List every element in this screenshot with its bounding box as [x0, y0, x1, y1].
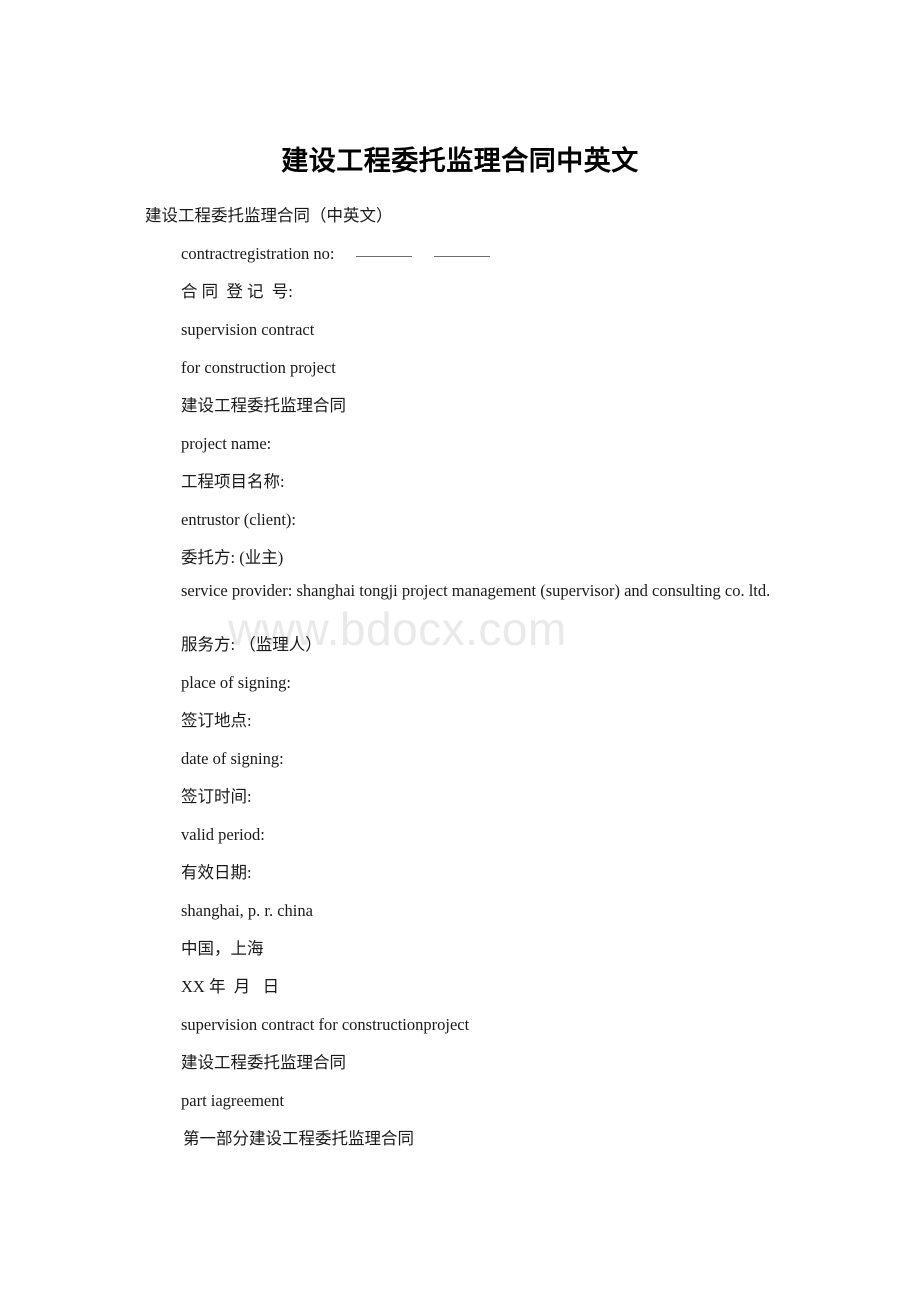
service-provider-paragraph: service provider: shanghai tongji projec… — [109, 580, 771, 629]
text-line-content: XX 年 月 日 — [181, 977, 280, 996]
text-line: 签订时间: — [109, 781, 771, 819]
text-line: 建设工程委托监理合同 — [109, 1047, 771, 1085]
registration-blank-2 — [433, 256, 490, 257]
text-line-content: supervision contract — [181, 320, 315, 339]
text-line: valid period: — [109, 819, 771, 857]
text-line-content: part iagreement — [181, 1091, 285, 1110]
text-line-content: 建设工程委托监理合同 — [181, 396, 346, 415]
text-line-content: 中国，上海 — [181, 939, 264, 958]
text-line: shanghai, p. r. china — [109, 895, 771, 933]
text-line: supervision contract for constructionpro… — [109, 1009, 771, 1047]
text-line: 委托方: (业主) — [109, 542, 771, 580]
service-provider-text: service provider: shanghai tongji projec… — [181, 581, 771, 600]
text-line-content: 委托方: (业主) — [181, 548, 284, 567]
text-line: 建设工程委托监理合同 — [109, 390, 771, 428]
text-line: 签订地点: — [109, 705, 771, 743]
text-line-content: entrustor (client): — [181, 510, 297, 529]
text-line: supervision contract — [109, 314, 771, 352]
text-line-content: for construction project — [181, 358, 336, 377]
document-body: 建设工程委托监理合同（中英文） contractregistration no:… — [109, 200, 771, 1161]
text-line: 第一部分建设工程委托监理合同 — [109, 1123, 771, 1161]
text-line-content: 建设工程委托监理合同（中英文） — [145, 206, 393, 225]
text-line-content: 第一部分建设工程委托监理合同 — [183, 1129, 414, 1148]
text-line-content: 签订时间: — [181, 787, 252, 806]
text-line-content: 有效日期: — [181, 863, 252, 882]
text-line: 中国，上海 — [109, 933, 771, 971]
text-line-content: 工程项目名称: — [181, 472, 285, 491]
text-line-content: supervision contract for constructionpro… — [181, 1015, 470, 1034]
page-title: 建设工程委托监理合同中英文 — [281, 146, 639, 176]
text-line: entrustor (client): — [109, 504, 771, 542]
text-line: part iagreement — [109, 1085, 771, 1123]
text-line-content: 服务方: （监理人） — [181, 635, 322, 654]
registration-label: contractregistration no: — [181, 244, 335, 263]
text-line-content: 建设工程委托监理合同 — [181, 1053, 346, 1072]
text-line-content: 合 同 登 记 号: — [181, 282, 293, 301]
text-line: project name: — [109, 428, 771, 466]
text-line: date of signing: — [109, 743, 771, 781]
text-line-content: valid period: — [181, 825, 265, 844]
text-line: 服务方: （监理人） — [109, 629, 771, 667]
registration-blank-1 — [355, 256, 412, 257]
registration-line: contractregistration no: — [109, 238, 771, 276]
text-line-content: 签订地点: — [181, 711, 252, 730]
text-line: 有效日期: — [109, 857, 771, 895]
text-line-content: project name: — [181, 434, 272, 453]
text-line-content: place of signing: — [181, 673, 291, 692]
text-line: place of signing: — [109, 667, 771, 705]
text-line: 工程项目名称: — [109, 466, 771, 504]
text-line: 建设工程委托监理合同（中英文） — [109, 200, 771, 238]
text-line-content: date of signing: — [181, 749, 284, 768]
text-line-content: shanghai, p. r. china — [181, 901, 313, 920]
text-line: for construction project — [109, 352, 771, 390]
text-line: XX 年 月 日 — [109, 971, 771, 1009]
text-line: 合 同 登 记 号: — [109, 276, 771, 314]
document-page: www.bdocx.com 建设工程委托监理合同中英文 建设工程委托监理合同（中… — [0, 0, 920, 1302]
